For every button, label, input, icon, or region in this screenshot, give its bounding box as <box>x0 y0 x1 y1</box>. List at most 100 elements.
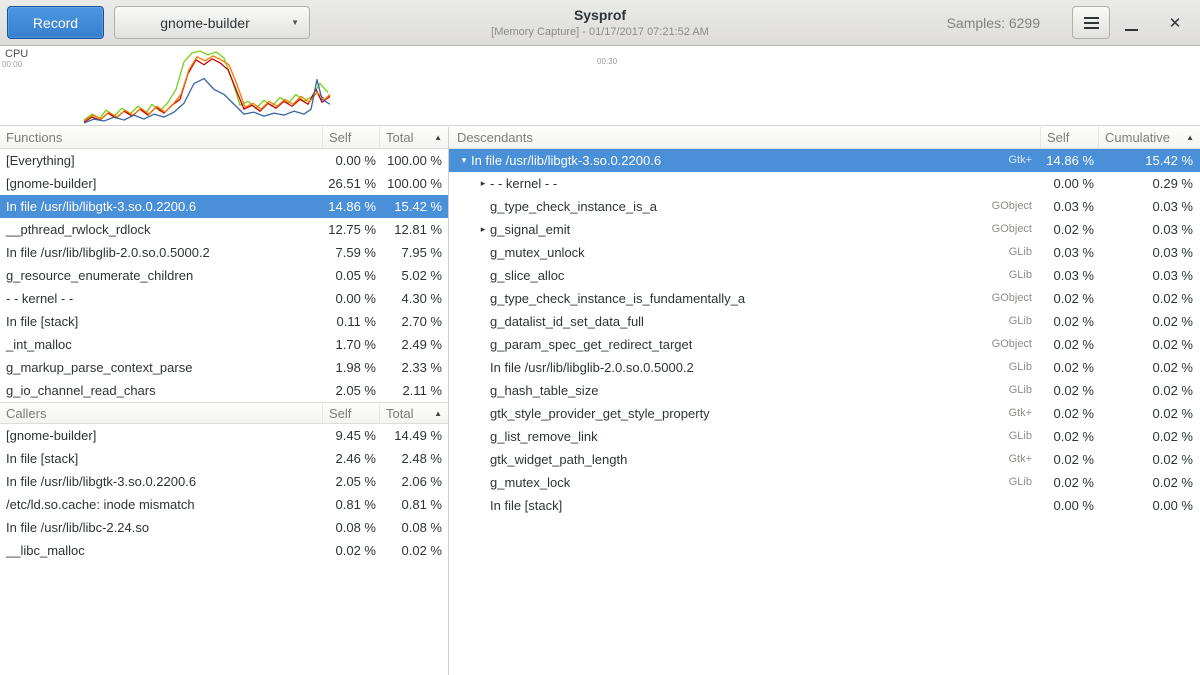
tree-row[interactable]: In file /usr/lib/libglib-2.0.so.0.5000.2… <box>449 356 1200 379</box>
tree-row[interactable]: gtk_style_provider_get_style_propertyGtk… <box>449 402 1200 425</box>
column-header-total[interactable]: Total ▲ <box>379 127 448 148</box>
table-row[interactable]: g_resource_enumerate_children0.05 %5.02 … <box>0 264 448 287</box>
function-name: gtk_widget_path_length <box>490 448 627 471</box>
table-row[interactable]: In file /usr/lib/libc-2.24.so0.08 %0.08 … <box>0 516 448 539</box>
table-row[interactable]: __pthread_rwlock_rdlock12.75 %12.81 % <box>0 218 448 241</box>
total-percent: 2.70 % <box>379 310 448 333</box>
column-header-functions[interactable]: Functions <box>0 127 322 148</box>
tree-row[interactable]: g_param_spec_get_redirect_targetGObject0… <box>449 333 1200 356</box>
table-row[interactable]: In file [stack]2.46 %2.48 % <box>0 447 448 470</box>
tree-row[interactable]: g_mutex_lockGLib0.02 %0.02 % <box>449 471 1200 494</box>
self-percent: 0.03 % <box>1040 264 1098 287</box>
tree-row[interactable]: g_datalist_id_set_data_fullGLib0.02 %0.0… <box>449 310 1200 333</box>
total-percent: 0.02 % <box>379 539 448 562</box>
self-percent: 0.03 % <box>1040 195 1098 218</box>
table-row[interactable]: /etc/ld.so.cache: inode mismatch0.81 %0.… <box>0 493 448 516</box>
cumulative-percent: 0.02 % <box>1098 310 1200 333</box>
column-header-cumulative-label: Cumulative <box>1105 127 1170 148</box>
self-percent: 0.00 % <box>1040 494 1098 517</box>
process-selector-dropdown[interactable]: gnome-builder ▼ <box>114 6 310 39</box>
self-percent: 0.11 % <box>322 310 379 333</box>
column-header-descendants[interactable]: Descendants <box>449 127 1040 148</box>
tree-row[interactable]: ▾In file /usr/lib/libgtk-3.so.0.2200.6Gt… <box>449 149 1200 172</box>
table-row[interactable]: [gnome-builder]26.51 %100.00 % <box>0 172 448 195</box>
tree-row[interactable]: g_hash_table_sizeGLib0.02 %0.02 % <box>449 379 1200 402</box>
function-name: g_type_check_instance_is_fundamentally_a <box>490 287 745 310</box>
tree-row[interactable]: g_type_check_instance_is_aGObject0.03 %0… <box>449 195 1200 218</box>
table-row[interactable]: _int_malloc1.70 %2.49 % <box>0 333 448 356</box>
table-row[interactable]: In file /usr/lib/libgtk-3.so.0.2200.614.… <box>0 195 448 218</box>
sort-arrow-icon: ▲ <box>434 127 442 148</box>
tree-row[interactable]: ▸- - kernel - -0.00 %0.29 % <box>449 172 1200 195</box>
sort-arrow-icon: ▲ <box>1186 127 1194 148</box>
record-button[interactable]: Record <box>7 6 104 39</box>
cumulative-percent: 0.02 % <box>1098 379 1200 402</box>
descendant-name-cell: In file [stack] <box>449 494 1040 517</box>
function-name: /etc/ld.so.cache: inode mismatch <box>0 493 322 516</box>
tree-row[interactable]: g_slice_allocGLib0.03 %0.03 % <box>449 264 1200 287</box>
total-percent: 12.81 % <box>379 218 448 241</box>
column-header-cumulative[interactable]: Cumulative ▲ <box>1098 127 1200 148</box>
close-button[interactable]: ✕ <box>1160 8 1190 38</box>
tree-row[interactable]: g_type_check_instance_is_fundamentally_a… <box>449 287 1200 310</box>
self-percent: 26.51 % <box>322 172 379 195</box>
function-name: In file /usr/lib/libglib-2.0.so.0.5000.2 <box>490 356 694 379</box>
cumulative-percent: 0.02 % <box>1098 333 1200 356</box>
function-name: g_list_remove_link <box>490 425 598 448</box>
expander-spacer <box>476 195 490 218</box>
column-header-self[interactable]: Self <box>322 127 379 148</box>
table-row[interactable]: [gnome-builder]9.45 %14.49 % <box>0 424 448 447</box>
tree-row[interactable]: g_list_remove_linkGLib0.02 %0.02 % <box>449 425 1200 448</box>
expander-icon[interactable]: ▸ <box>476 218 490 241</box>
function-name: g_hash_table_size <box>490 379 598 402</box>
function-name: g_io_channel_read_chars <box>0 379 322 402</box>
total-percent: 5.02 % <box>379 264 448 287</box>
table-row[interactable]: In file [stack]0.11 %2.70 % <box>0 310 448 333</box>
expander-icon[interactable]: ▸ <box>476 172 490 195</box>
table-row[interactable]: g_markup_parse_context_parse1.98 %2.33 % <box>0 356 448 379</box>
table-row[interactable]: In file /usr/lib/libgtk-3.so.0.2200.62.0… <box>0 470 448 493</box>
function-name: g_mutex_lock <box>490 471 570 494</box>
tree-row[interactable]: In file [stack]0.00 %0.00 % <box>449 494 1200 517</box>
function-name: [Everything] <box>0 149 322 172</box>
function-name: In file [stack] <box>490 494 562 517</box>
self-percent: 0.00 % <box>1040 172 1098 195</box>
column-header-callers[interactable]: Callers <box>0 403 322 423</box>
descendant-name-cell: g_mutex_lockGLib <box>449 471 1040 494</box>
cpu-timeline[interactable]: CPU 00:00 00:30 <box>0 46 1200 126</box>
self-percent: 0.02 % <box>1040 448 1098 471</box>
descendant-name-cell: gtk_widget_path_lengthGtk+ <box>449 448 1040 471</box>
function-name: g_resource_enumerate_children <box>0 264 322 287</box>
tree-row[interactable]: gtk_widget_path_lengthGtk+0.02 %0.02 % <box>449 448 1200 471</box>
table-row[interactable]: In file /usr/lib/libglib-2.0.so.0.5000.2… <box>0 241 448 264</box>
table-row[interactable]: g_io_channel_read_chars2.05 %2.11 % <box>0 379 448 402</box>
menu-button[interactable] <box>1072 6 1110 39</box>
self-percent: 0.81 % <box>322 493 379 516</box>
cumulative-percent: 0.03 % <box>1098 218 1200 241</box>
column-header-total[interactable]: Total ▲ <box>379 403 448 423</box>
tree-row[interactable]: ▸g_signal_emitGObject0.02 %0.03 % <box>449 218 1200 241</box>
functions-table-header: Functions Self Total ▲ <box>0 127 448 149</box>
tree-row[interactable]: g_mutex_unlockGLib0.03 %0.03 % <box>449 241 1200 264</box>
process-selector-label: gnome-builder <box>160 15 250 31</box>
total-percent: 2.11 % <box>379 379 448 402</box>
minimize-icon <box>1125 29 1138 31</box>
total-percent: 100.00 % <box>379 172 448 195</box>
self-percent: 2.05 % <box>322 379 379 402</box>
library-tag: GLib <box>999 264 1040 287</box>
table-row[interactable]: - - kernel - -0.00 %4.30 % <box>0 287 448 310</box>
table-row[interactable]: __libc_malloc0.02 %0.02 % <box>0 539 448 562</box>
close-icon: ✕ <box>1169 14 1182 32</box>
column-header-self[interactable]: Self <box>322 403 379 423</box>
expander-icon[interactable]: ▾ <box>457 149 471 172</box>
descendant-name-cell: g_hash_table_sizeGLib <box>449 379 1040 402</box>
column-header-self[interactable]: Self <box>1040 127 1098 148</box>
table-row[interactable]: [Everything]0.00 %100.00 % <box>0 149 448 172</box>
cpu-red-line <box>84 59 330 122</box>
cumulative-percent: 15.42 % <box>1098 149 1200 172</box>
chevron-down-icon: ▼ <box>291 19 299 27</box>
cumulative-percent: 0.03 % <box>1098 241 1200 264</box>
minimize-button[interactable] <box>1116 8 1146 38</box>
total-percent: 2.06 % <box>379 470 448 493</box>
function-name: _int_malloc <box>0 333 322 356</box>
